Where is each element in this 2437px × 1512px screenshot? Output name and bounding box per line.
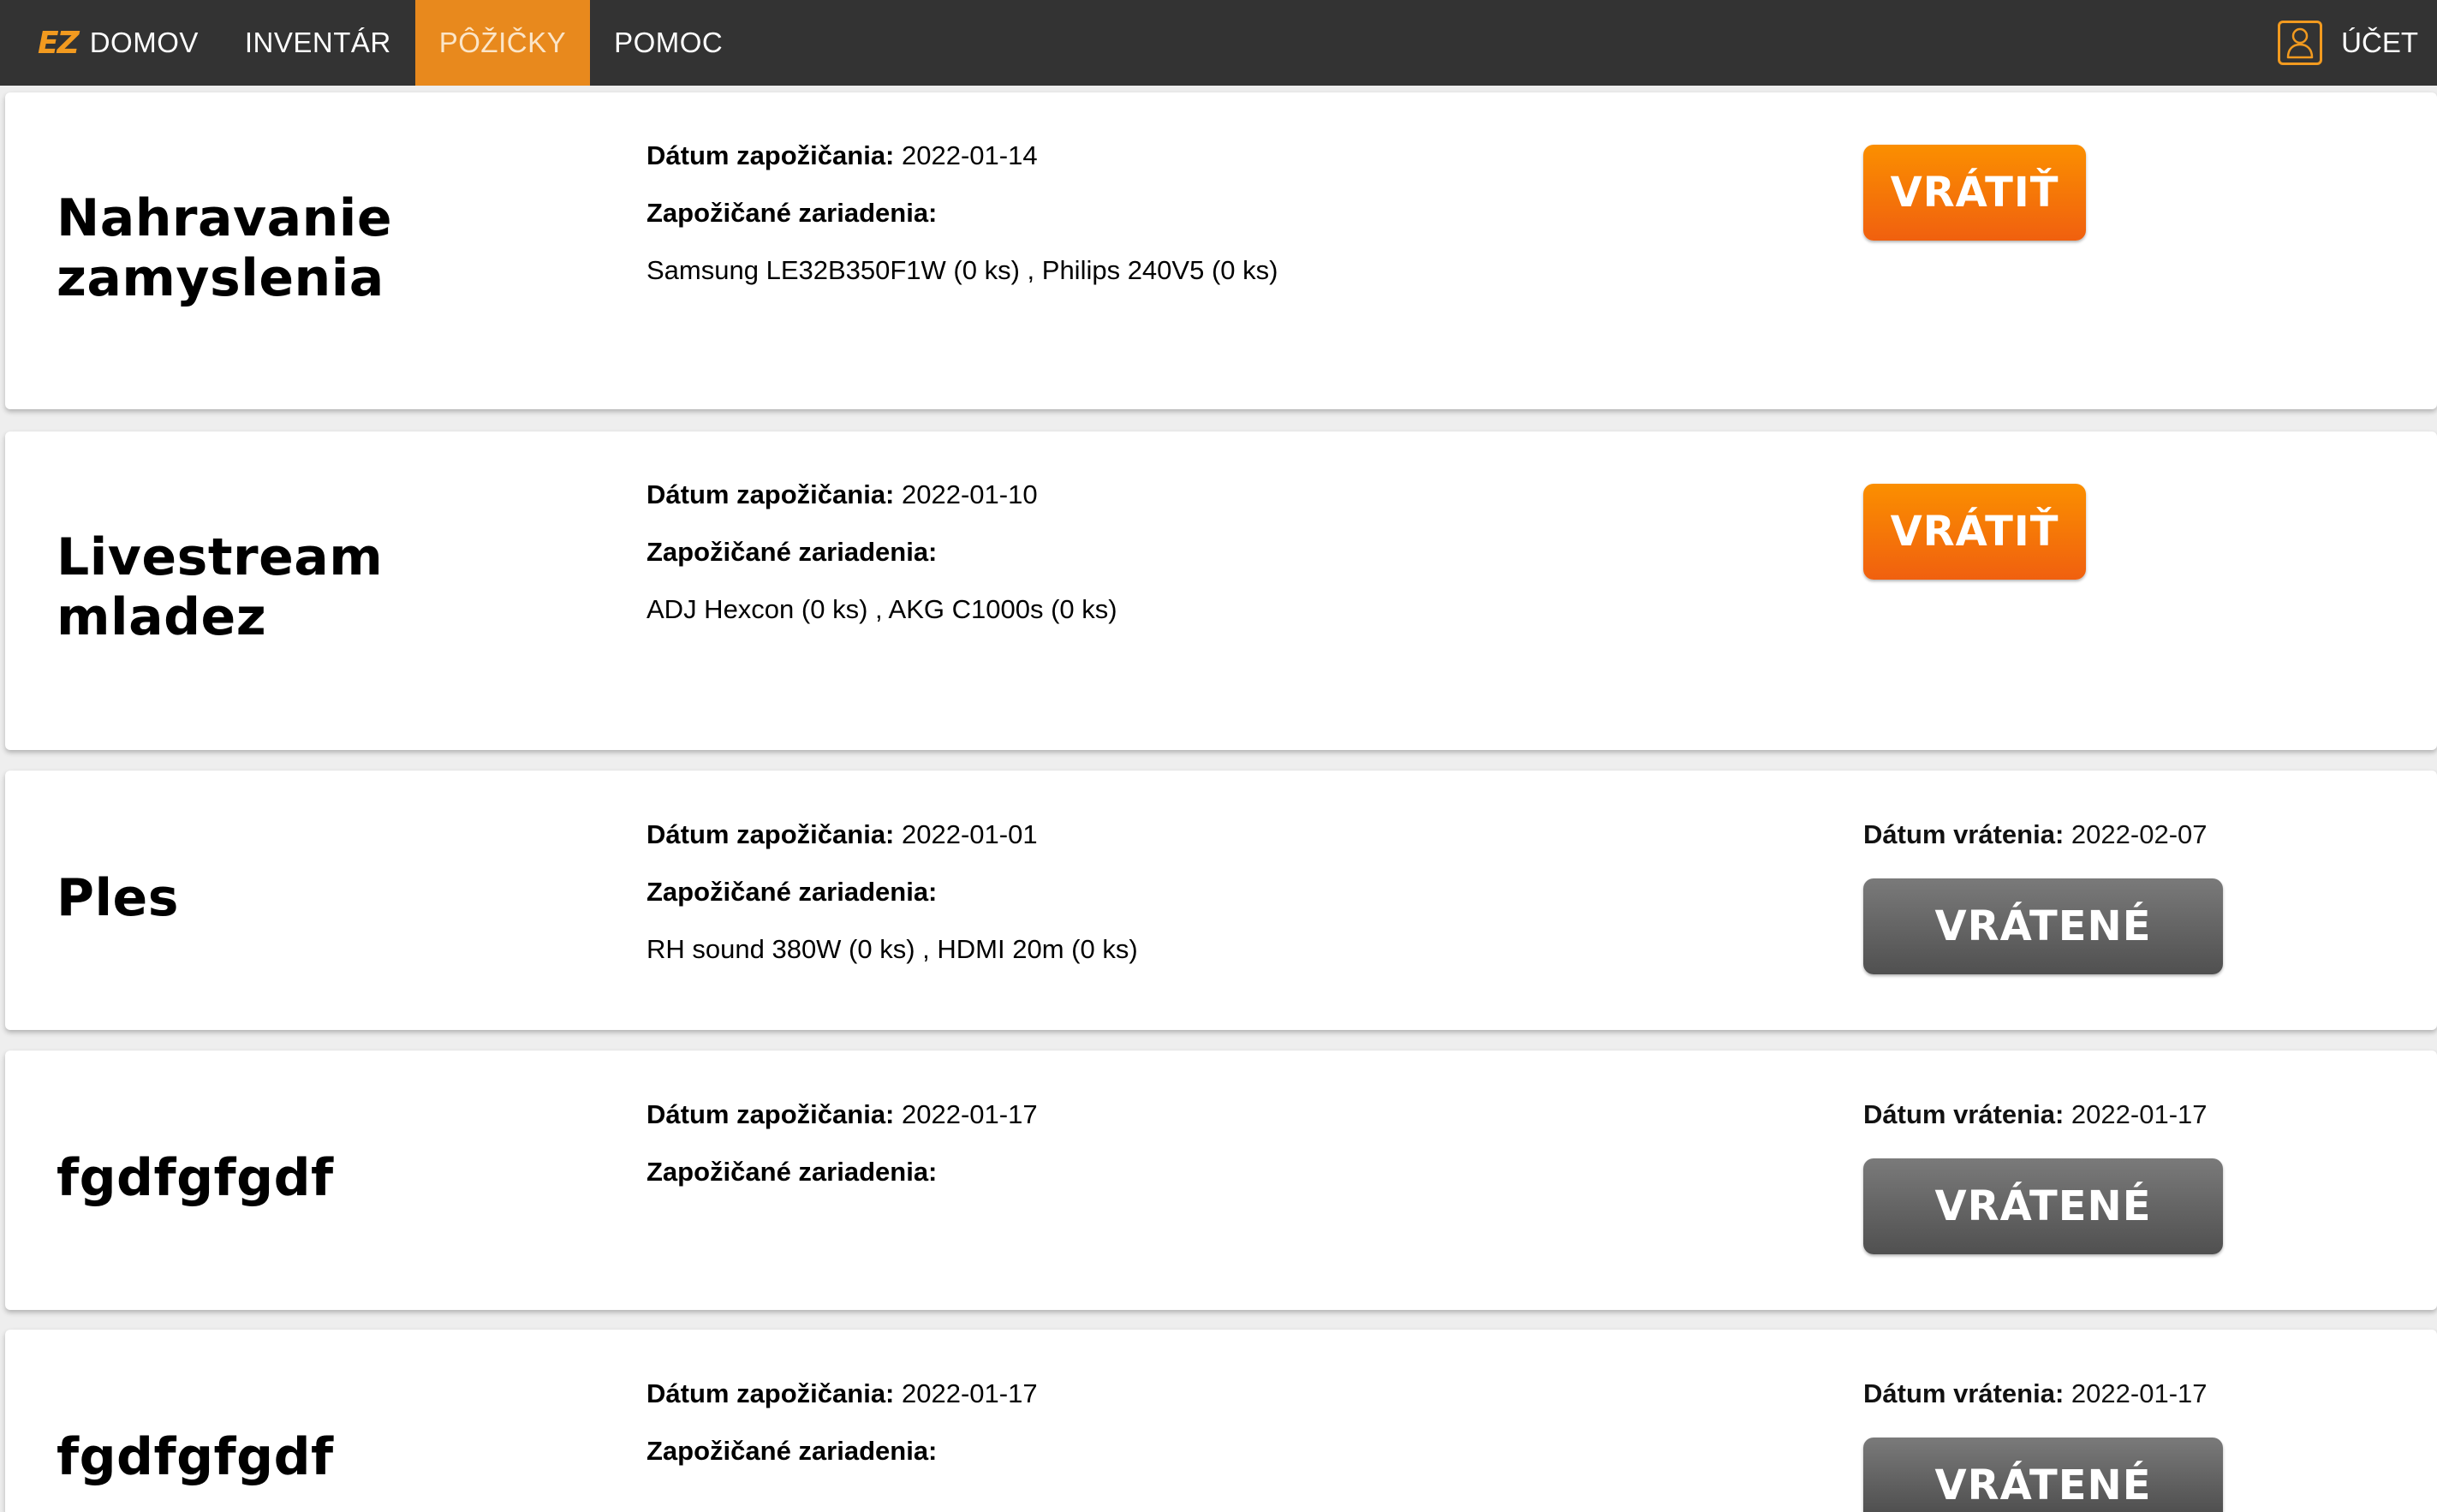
loan-card: fgdfgfgdf Dátum zapožičania: 2022-01-17 …	[5, 1051, 2437, 1310]
loan-title: Livestream mladez	[57, 527, 384, 647]
loan-card: fgdfgfgdf Dátum zapožičania: 2022-01-17 …	[5, 1330, 2437, 1512]
loan-date-label: Dátum zapožičania:	[646, 1378, 895, 1408]
account-menu[interactable]: ÚČET	[2278, 0, 2437, 86]
loan-info: Dátum zapožičania: 2022-01-17 Zapožičané…	[646, 1098, 1038, 1270]
loan-date-label: Dátum zapožičania:	[646, 140, 895, 170]
nav-item-pomoc[interactable]: POMOC	[590, 0, 747, 86]
loan-title: fgdfgfgdf	[57, 1427, 334, 1487]
return-date-value: 2022-01-17	[2071, 1099, 2208, 1129]
returned-button[interactable]: VRÁTENÉ	[1863, 1438, 2223, 1512]
user-icon	[2278, 21, 2323, 65]
loan-card: Ples Dátum zapožičania: 2022-01-01 Zapož…	[5, 771, 2437, 1030]
loan-title: Nahravanie zamyslenia	[57, 188, 393, 308]
loan-date-label: Dátum zapožičania:	[646, 479, 895, 509]
devices-list: ADJ Hexcon (0 ks) , AKG C1000s (0 ks)	[646, 594, 1117, 624]
return-date-value: 2022-02-07	[2071, 819, 2208, 849]
return-date-label: Dátum vrátenia:	[1863, 819, 2065, 849]
return-date-value: 2022-01-17	[2071, 1378, 2208, 1408]
loan-date-value: 2022-01-17	[902, 1378, 1038, 1408]
return-date-label: Dátum vrátenia:	[1863, 1099, 2065, 1129]
returned-button[interactable]: VRÁTENÉ	[1863, 1158, 2223, 1254]
loan-date-value: 2022-01-10	[902, 479, 1038, 509]
return-date: Dátum vrátenia: 2022-01-17	[1863, 1377, 2208, 1411]
loan-date-value: 2022-01-01	[902, 819, 1038, 849]
devices-list: RH sound 380W (0 ks) , HDMI 20m (0 ks)	[646, 934, 1138, 964]
brand-logo: EZ	[38, 25, 80, 61]
return-button[interactable]: VRÁTIŤ	[1863, 484, 2086, 580]
loan-date-value: 2022-01-14	[902, 140, 1038, 170]
nav-item-domov-label: DOMOV	[89, 27, 199, 58]
devices-label: Zapožičané zariadenia:	[646, 1436, 938, 1466]
loan-card: Livestream mladez Dátum zapožičania: 202…	[5, 432, 2437, 750]
loan-info: Dátum zapožičania: 2022-01-17 Zapožičané…	[646, 1377, 1038, 1491]
return-date: Dátum vrátenia: 2022-02-07	[1863, 818, 2208, 852]
return-button[interactable]: VRÁTIŤ	[1863, 145, 2086, 241]
loan-date-label: Dátum zapožičania:	[646, 1099, 895, 1129]
loan-info: Dátum zapožičania: 2022-01-01 Zapožičané…	[646, 818, 1138, 990]
account-label: ÚČET	[2341, 27, 2418, 58]
devices-list: Samsung LE32B350F1W (0 ks) , Philips 240…	[646, 255, 1278, 285]
loan-info: Dátum zapožičania: 2022-01-10 Zapožičané…	[646, 478, 1117, 650]
top-navbar: EZ DOMOV INVENTÁR PÔŽIČKY POMOC ÚČET	[0, 0, 2437, 86]
devices-label: Zapožičané zariadenia:	[646, 877, 938, 907]
loan-card: Nahravanie zamyslenia Dátum zapožičania:…	[5, 92, 2437, 409]
devices-label: Zapožičané zariadenia:	[646, 1157, 938, 1187]
nav-home-link[interactable]: EZ DOMOV	[0, 0, 221, 86]
returned-button[interactable]: VRÁTENÉ	[1863, 878, 2223, 974]
devices-label: Zapožičané zariadenia:	[646, 198, 938, 228]
return-date-label: Dátum vrátenia:	[1863, 1378, 2065, 1408]
loan-date-label: Dátum zapožičania:	[646, 819, 895, 849]
devices-label: Zapožičané zariadenia:	[646, 537, 938, 567]
loan-info: Dátum zapožičania: 2022-01-14 Zapožičané…	[646, 139, 1278, 311]
return-date: Dátum vrátenia: 2022-01-17	[1863, 1098, 2208, 1132]
loan-title: Ples	[57, 868, 179, 928]
nav-item-inventar[interactable]: INVENTÁR	[221, 0, 415, 86]
loan-title: fgdfgfgdf	[57, 1148, 334, 1208]
nav-item-pozicky[interactable]: PÔŽIČKY	[414, 0, 591, 86]
loan-date-value: 2022-01-17	[902, 1099, 1038, 1129]
